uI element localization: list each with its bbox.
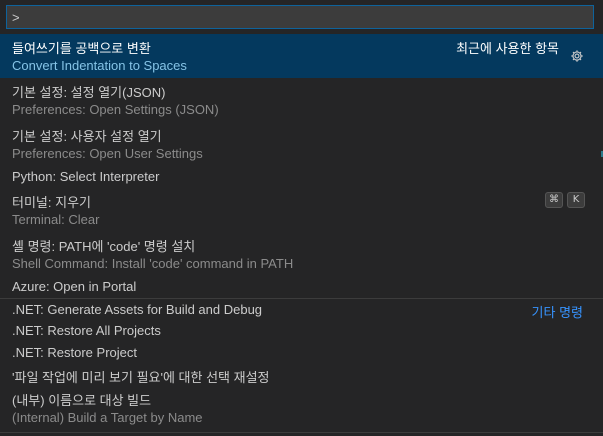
group-label-other-commands: 기타 명령 [531, 305, 583, 320]
command-description: (Internal) Build a Target by Name [12, 410, 203, 425]
gear-icon[interactable] [570, 49, 584, 63]
command-item-python-select-interpreter[interactable]: Python: Select Interpreter [0, 166, 603, 188]
command-item-convert-indentation[interactable]: 들여쓰기를 공백으로 변환 Convert Indentation to Spa… [0, 34, 603, 78]
command-label: (내부) 이름으로 대상 빌드 [12, 393, 152, 408]
command-label: '파일 작업에 미리 보기 필요'에 대한 선택 재설정 [12, 370, 270, 385]
command-item-install-code-command[interactable]: 셸 명령: PATH에 'code' 명령 설치 Shell Command: … [0, 232, 603, 276]
command-item-open-user-settings[interactable]: 기본 설정: 사용자 설정 열기 Preferences: Open User … [0, 122, 603, 166]
recently-used-label: 최근에 사용한 항목 [456, 41, 559, 56]
command-item-dotnet-generate-assets[interactable]: .NET: Generate Assets for Build and Debu… [0, 298, 603, 320]
command-description: Preferences: Open User Settings [12, 146, 203, 161]
command-palette: 들여쓰기를 공백으로 변환 Convert Indentation to Spa… [0, 0, 603, 436]
command-item-dotnet-restore-all[interactable]: .NET: Restore All Projects [0, 320, 603, 342]
keybinding-key-k: K [567, 192, 585, 208]
command-label: 터미널: 지우기 [12, 195, 91, 210]
command-label: Python: Select Interpreter [12, 169, 160, 184]
keybinding-key-cmd: ⌘ [545, 192, 563, 208]
command-label: 들여쓰기를 공백으로 변환 [12, 41, 151, 56]
command-label: .NET: Generate Assets for Build and Debu… [12, 302, 263, 317]
command-label: Azure: Open in Portal [12, 279, 137, 294]
command-description: Terminal: Clear [12, 212, 100, 227]
command-item-open-settings-json[interactable]: 기본 설정: 설정 열기(JSON) Preferences: Open Set… [0, 78, 603, 122]
command-item-build-target-by-name[interactable]: (내부) 이름으로 대상 빌드 (Internal) Build a Targe… [0, 386, 603, 430]
command-label: .NET: Restore All Projects [12, 323, 161, 338]
command-label: .NET: Restore Project [12, 345, 137, 360]
command-input-wrapper[interactable] [6, 5, 594, 29]
command-item-azure-open-in-portal[interactable]: Azure: Open in Portal [0, 276, 603, 298]
command-label: 셸 명령: PATH에 'code' 명령 설치 [12, 239, 196, 254]
command-item-terminal-clear[interactable]: 터미널: 지우기 Terminal: Clear ⌘ K [0, 188, 603, 232]
bottom-divider [0, 432, 603, 433]
command-item-reset-preview-choice[interactable]: '파일 작업에 미리 보기 필요'에 대한 선택 재설정 [0, 364, 603, 386]
command-label: 기본 설정: 사용자 설정 열기 [12, 129, 162, 144]
command-label: 기본 설정: 설정 열기(JSON) [12, 85, 166, 100]
keybinding: ⌘ K [545, 192, 585, 208]
command-description: Preferences: Open Settings (JSON) [12, 102, 219, 117]
command-input[interactable] [7, 6, 593, 28]
command-item-dotnet-restore-project[interactable]: .NET: Restore Project [0, 342, 603, 364]
command-list: 들여쓰기를 공백으로 변환 Convert Indentation to Spa… [0, 34, 603, 430]
command-description: Convert Indentation to Spaces [12, 58, 187, 73]
command-description: Shell Command: Install 'code' command in… [12, 256, 294, 271]
